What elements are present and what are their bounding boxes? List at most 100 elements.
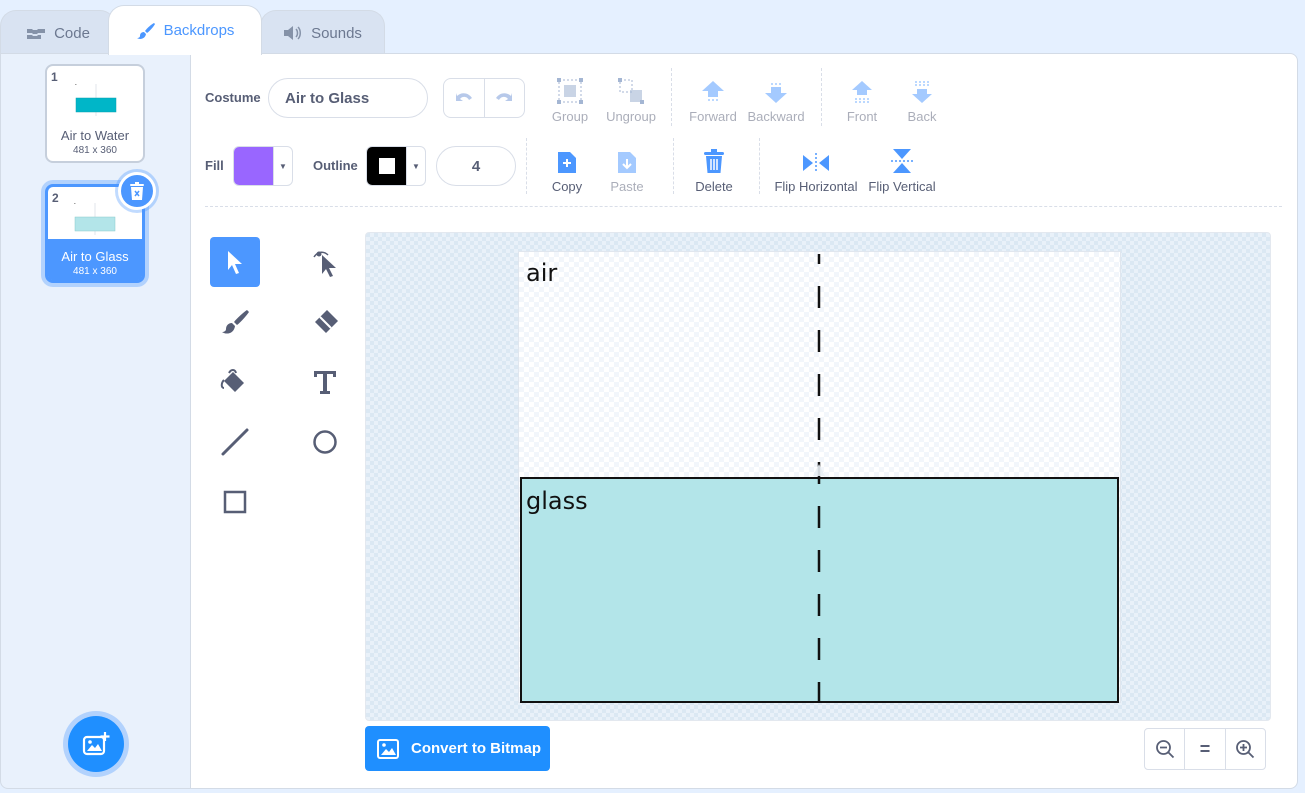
- forward-button[interactable]: Forward: [688, 76, 738, 124]
- fill-color-button[interactable]: ▼: [233, 146, 293, 186]
- delete-costume-button[interactable]: [118, 172, 156, 210]
- flip-horizontal-label: Flip Horizontal: [774, 179, 858, 194]
- front-button[interactable]: Front: [842, 76, 882, 124]
- copy-button[interactable]: Copy: [547, 146, 587, 194]
- tab-sounds[interactable]: Sounds: [260, 10, 385, 55]
- zoom-reset-button[interactable]: =: [1184, 729, 1224, 769]
- brush-tool[interactable]: [210, 297, 260, 347]
- group-icon: [557, 76, 583, 104]
- costume-size: 481 x 360: [73, 266, 117, 277]
- toolbar-divider: [526, 138, 527, 194]
- code-icon: [26, 26, 46, 40]
- zoom-out-icon: [1155, 740, 1174, 759]
- costume-name: Air to Water: [60, 128, 130, 143]
- outline-color-button[interactable]: ▼: [366, 146, 426, 186]
- fill-swatch: [234, 147, 274, 185]
- tab-code[interactable]: Code: [0, 10, 116, 55]
- toolbar-divider: [821, 68, 822, 126]
- undo-redo-group: [443, 78, 525, 118]
- image-add-icon: [82, 732, 110, 756]
- to-back-icon: [909, 76, 935, 104]
- costume-label: Costume: [205, 90, 261, 105]
- backward-button[interactable]: Backward: [747, 76, 805, 124]
- rectangle-icon: [223, 490, 247, 514]
- fill-tool[interactable]: [210, 357, 260, 407]
- toolbar-separator: [205, 206, 1282, 207]
- delete-button[interactable]: Delete: [690, 146, 738, 194]
- ungroup-button[interactable]: Ungroup: [606, 76, 656, 124]
- dropdown-arrow-icon: ▼: [279, 161, 287, 171]
- speaker-icon: [283, 25, 303, 41]
- costume-item-1[interactable]: 1 Air to Water 481 x 360: [45, 64, 145, 163]
- stroke-width-input[interactable]: 4: [436, 146, 516, 186]
- flip-vertical-label: Flip Vertical: [868, 179, 936, 194]
- select-tool[interactable]: [210, 237, 260, 287]
- text-tool[interactable]: [300, 357, 350, 407]
- to-front-icon: [849, 76, 875, 104]
- costume-name: Air to Glass: [61, 249, 129, 264]
- dropdown-arrow-icon: ▼: [412, 161, 420, 171]
- flip-horizontal-button[interactable]: Flip Horizontal: [774, 146, 858, 194]
- zoom-in-icon: [1236, 740, 1255, 759]
- costume-selector: [0, 53, 191, 789]
- toolbar-divider: [673, 138, 674, 194]
- paste-icon: [616, 146, 638, 174]
- zoom-out-button[interactable]: [1145, 729, 1184, 769]
- costume-thumbnail: [74, 203, 116, 235]
- glass-label[interactable]: glass: [526, 487, 588, 515]
- line-tool[interactable]: [210, 417, 260, 467]
- air-label[interactable]: air: [526, 259, 557, 287]
- costume-name-input[interactable]: [268, 78, 428, 118]
- flip-horizontal-icon: [802, 146, 830, 174]
- flip-vertical-button[interactable]: Flip Vertical: [866, 146, 938, 194]
- group-label: Group: [551, 109, 589, 124]
- undo-button[interactable]: [444, 79, 485, 117]
- eraser-tool[interactable]: [300, 297, 350, 347]
- outline-swatch: [367, 147, 407, 185]
- copy-icon: [556, 146, 578, 174]
- ungroup-icon: [618, 76, 644, 104]
- outline-label: Outline: [313, 158, 358, 173]
- line-icon: [221, 428, 249, 456]
- costume-number: 1: [51, 70, 58, 84]
- back-label: Back: [907, 109, 937, 124]
- arrow-pointer-icon: [228, 251, 242, 274]
- toolbar-divider: [671, 68, 672, 126]
- redo-button[interactable]: [485, 79, 525, 117]
- brush-icon: [222, 310, 249, 334]
- brush-icon: [136, 21, 156, 41]
- circle-tool[interactable]: [300, 417, 350, 467]
- reshape-icon: [313, 251, 336, 277]
- zoom-in-button[interactable]: [1224, 729, 1265, 769]
- normal-line[interactable]: [810, 252, 828, 704]
- circle-icon: [313, 430, 337, 454]
- back-button[interactable]: Back: [902, 76, 942, 124]
- costume-size: 481 x 360: [73, 145, 117, 156]
- reshape-tool[interactable]: [300, 237, 350, 287]
- forward-label: Forward: [689, 109, 737, 124]
- trash-icon: [703, 146, 725, 174]
- eraser-icon: [315, 310, 338, 333]
- paste-button[interactable]: Paste: [607, 146, 647, 194]
- tab-backdrops-label: Backdrops: [163, 22, 235, 39]
- zoom-controls: =: [1144, 728, 1266, 770]
- tab-code-label: Code: [54, 24, 90, 42]
- ungroup-label: Ungroup: [606, 109, 656, 124]
- add-backdrop-button[interactable]: [68, 716, 124, 772]
- trash-icon: [130, 182, 144, 200]
- delete-label: Delete: [695, 179, 733, 194]
- group-button[interactable]: Group: [550, 76, 590, 124]
- rectangle-tool[interactable]: [210, 477, 260, 527]
- front-label: Front: [846, 109, 878, 124]
- convert-to-bitmap-button[interactable]: Convert to Bitmap: [365, 726, 550, 771]
- copy-label: Copy: [551, 179, 583, 194]
- undo-icon: [455, 93, 472, 101]
- flip-vertical-icon: [890, 146, 914, 174]
- backward-label: Backward: [747, 109, 805, 124]
- tab-backdrops[interactable]: Backdrops: [108, 5, 262, 55]
- fill-label: Fill: [205, 158, 224, 173]
- arrow-down-icon: [763, 76, 789, 104]
- text-icon: [314, 371, 336, 394]
- tab-sounds-label: Sounds: [311, 24, 362, 42]
- paste-label: Paste: [610, 179, 644, 194]
